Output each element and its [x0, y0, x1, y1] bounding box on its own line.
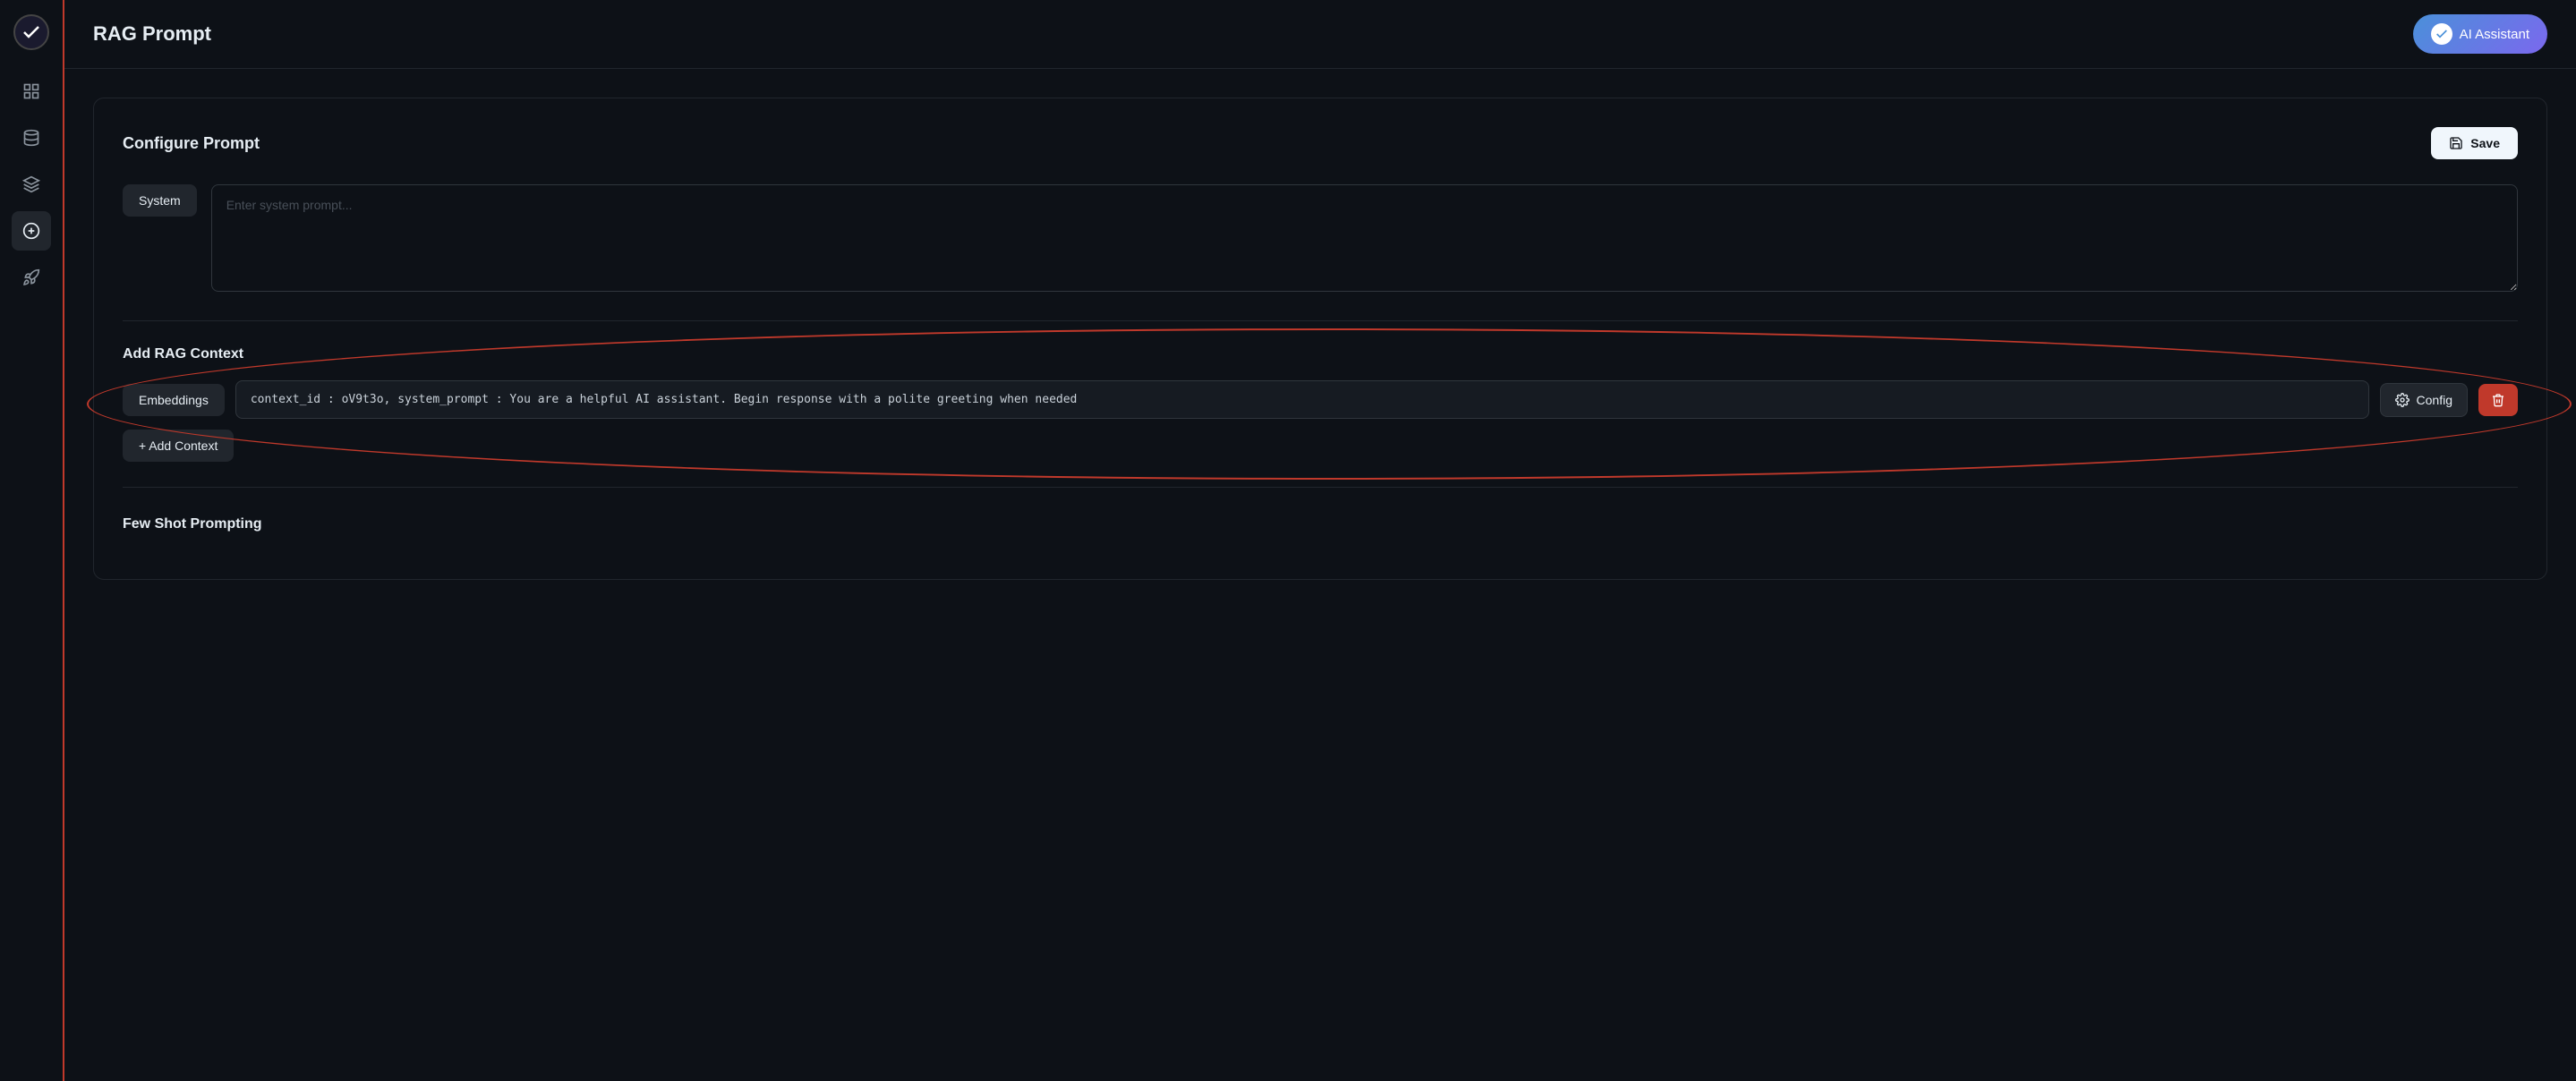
- add-context-button[interactable]: + Add Context: [123, 430, 234, 462]
- config-button[interactable]: Config: [2380, 383, 2468, 417]
- sidebar-item-layers[interactable]: [12, 165, 51, 204]
- ai-assistant-label: AI Assistant: [2460, 27, 2529, 42]
- content-area: Configure Prompt Save System: [64, 69, 2576, 1081]
- sidebar-item-dashboard[interactable]: [12, 72, 51, 111]
- delete-button[interactable]: [2478, 384, 2518, 416]
- section-divider: [123, 320, 2518, 321]
- trash-icon: [2491, 393, 2505, 407]
- system-prompt-textarea[interactable]: [211, 184, 2518, 292]
- sidebar-item-deploy[interactable]: [12, 258, 51, 297]
- ai-assistant-button[interactable]: AI Assistant: [2413, 14, 2547, 54]
- header: RAG Prompt AI Assistant: [64, 0, 2576, 69]
- configure-prompt-title: Configure Prompt: [123, 134, 260, 153]
- configure-prompt-card: Configure Prompt Save System: [93, 98, 2547, 580]
- config-label: Config: [2417, 393, 2452, 407]
- save-button[interactable]: Save: [2431, 127, 2518, 159]
- context-value: context_id : oV9t3o, system_prompt : You…: [235, 380, 2369, 419]
- card-header: Configure Prompt Save: [123, 127, 2518, 159]
- page-title: RAG Prompt: [93, 22, 211, 46]
- sidebar-item-database[interactable]: [12, 118, 51, 157]
- system-role-badge[interactable]: System: [123, 184, 197, 217]
- ai-assistant-icon: [2431, 23, 2452, 45]
- system-prompt-row: System: [123, 184, 2518, 292]
- sidebar: [0, 0, 64, 1081]
- save-label: Save: [2470, 136, 2500, 150]
- config-icon: [2395, 393, 2410, 407]
- few-shot-section: Few Shot Prompting: [123, 516, 2518, 532]
- few-shot-title: Few Shot Prompting: [123, 516, 2518, 532]
- embeddings-row: Embeddings context_id : oV9t3o, system_p…: [123, 380, 2518, 419]
- section-divider-2: [123, 487, 2518, 488]
- rag-context-title: Add RAG Context: [123, 346, 2518, 362]
- rag-context-section: Add RAG Context Embeddings context_id : …: [123, 346, 2518, 462]
- logo[interactable]: [13, 14, 49, 50]
- main-content: RAG Prompt AI Assistant Configure Prompt: [64, 0, 2576, 1081]
- system-prompt-section: System: [123, 184, 2518, 292]
- save-icon: [2449, 136, 2463, 150]
- sidebar-item-add-context[interactable]: [12, 211, 51, 251]
- embeddings-badge[interactable]: Embeddings: [123, 384, 225, 416]
